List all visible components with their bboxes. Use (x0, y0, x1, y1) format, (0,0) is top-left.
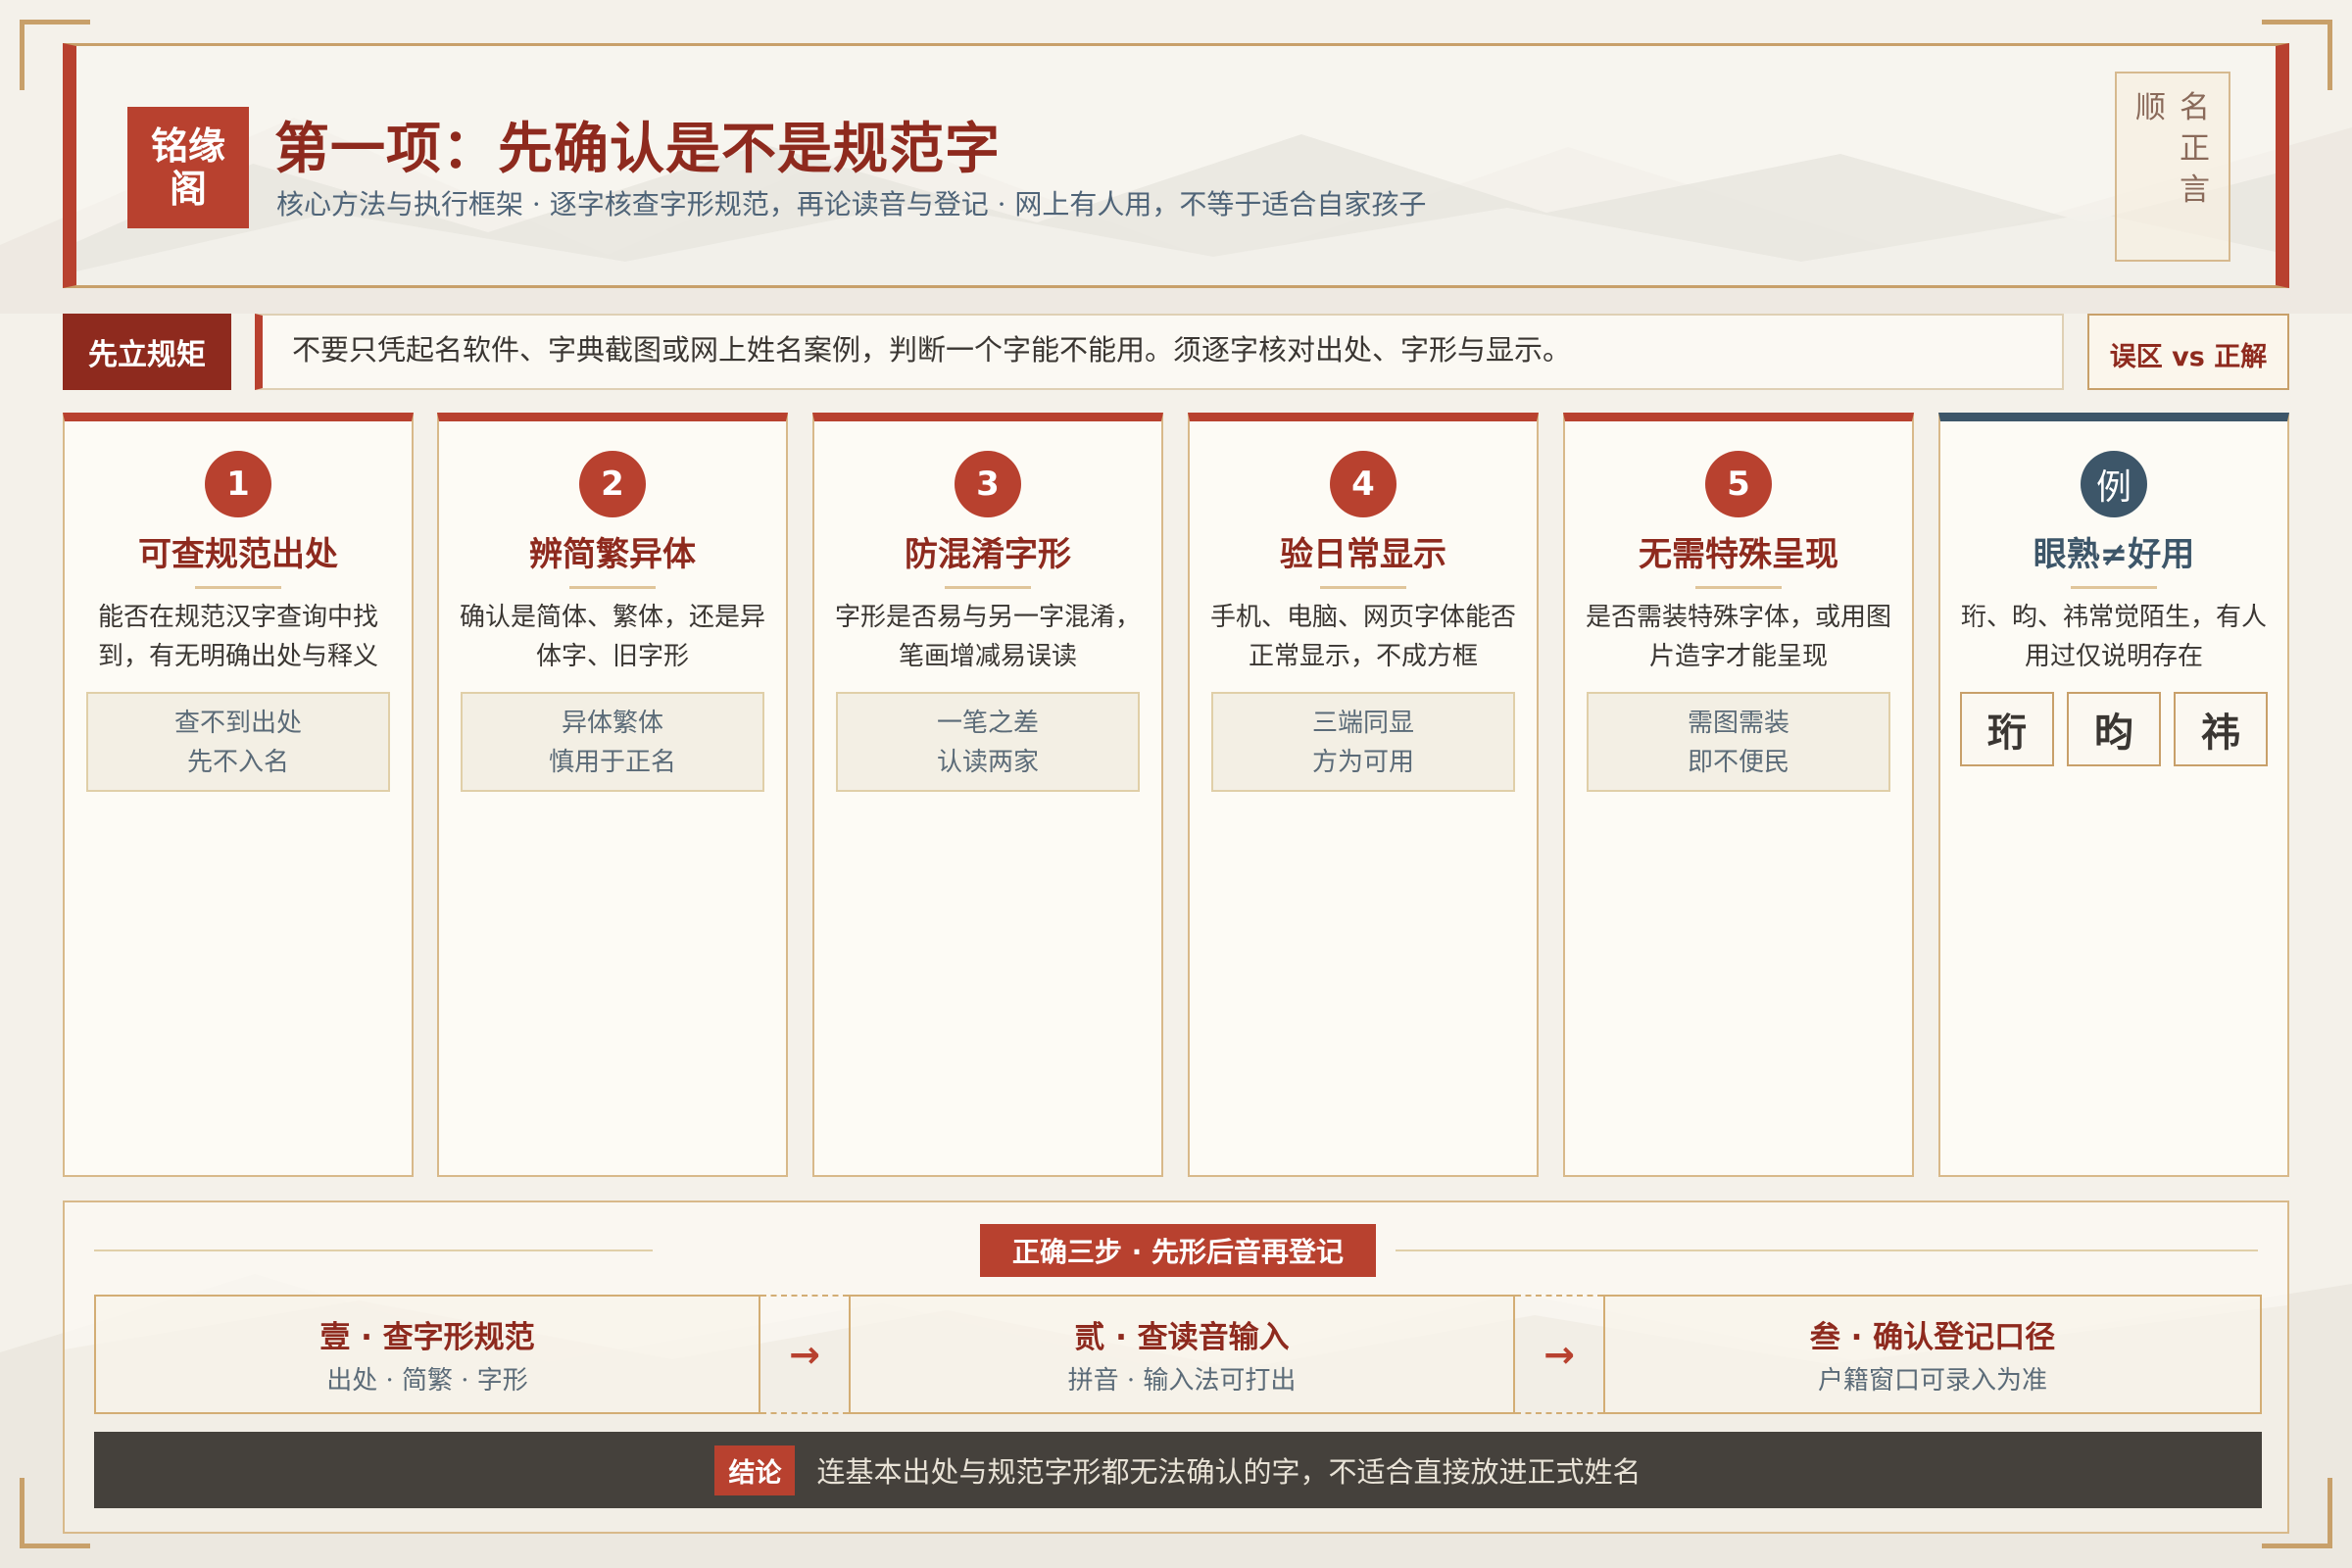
seal-column-1: 名正言 (2180, 87, 2210, 260)
example-char-row: 珩 昀 祎 (1960, 692, 2268, 766)
example-char: 昀 (2067, 692, 2161, 766)
card-description: 字形是否易与另一字混淆，笔画增减易误读 (834, 603, 1141, 671)
card-divider (1320, 586, 1406, 589)
card-note-line-1: 异体繁体 (561, 709, 663, 738)
step-number-badge: 1 (205, 451, 271, 517)
conclusion-bar: 结论 连基本出处与规范字形都无法确认的字，不适合直接放进正式姓名 (94, 1432, 2262, 1508)
card-note: 一笔之差 认读两家 (836, 692, 1140, 792)
process-heading: 正确三步 · 先形后音再登记 (980, 1224, 1376, 1277)
card-title: 可查规范出处 (138, 535, 338, 574)
card-note-line-2: 慎用于正名 (548, 748, 676, 777)
step-number-badge: 4 (1330, 451, 1396, 517)
card-divider (2071, 586, 2157, 589)
step-number-badge: 2 (579, 451, 646, 517)
conclusion-text: 连基本出处与规范字形都无法确认的字，不适合直接放进正式姓名 (816, 1455, 1642, 1489)
step-subtitle: 出处 · 简繁 · 字形 (326, 1366, 528, 1396)
card-title: 眼熟≠好用 (2033, 535, 2195, 574)
step-card-5: 5 无需特殊呈现 是否需装特殊字体，或用图片造字才能呈现 需图需装 即不便民 (1563, 413, 1914, 1177)
card-note-line-1: 需图需装 (1687, 709, 1789, 738)
arrow-right-icon: → (760, 1295, 849, 1414)
step-card-4: 4 验日常显示 手机、电脑、网页字体能否正常显示，不成方框 三端同显 方为可用 (1188, 413, 1539, 1177)
seal-glyph: 名 (2180, 90, 2210, 125)
card-description: 能否在规范汉字查询中找到，有无明确出处与释义 (97, 603, 378, 671)
step-card-2: 2 辨简繁异体 确认是简体、繁体，还是异体字、旧字形 异体繁体 慎用于正名 (437, 413, 788, 1177)
page-subtitle: 核心方法与执行框架 · 逐字核查字形规范，再论读音与登记 · 网上有人用，不等于… (276, 188, 1427, 220)
card-description: 确认是简体、繁体，还是异体字、旧字形 (459, 603, 765, 671)
process-section: 正确三步 · 先形后音再登记 壹 · 查字形规范 出处 · 简繁 · 字形 → … (63, 1200, 2289, 1534)
step-title: 叁 · 确认登记口径 (1809, 1320, 2056, 1355)
card-note-line-1: 一笔之差 (936, 709, 1039, 738)
rule-text: 不要只凭起名软件、字典截图或网上姓名案例，判断一个字能不能用。须逐字核对出处、字… (255, 314, 2064, 390)
seal-glyph: 顺 (2135, 90, 2166, 125)
card-title: 辨简繁异体 (529, 535, 696, 574)
step-number-badge: 5 (1705, 451, 1772, 517)
arrow-right-icon: → (1515, 1295, 1603, 1414)
logo-line-2: 阁 (169, 168, 207, 211)
section-rule-right (1396, 1250, 2258, 1251)
card-note-line-1: 三端同显 (1311, 709, 1414, 738)
card-title: 无需特殊呈现 (1639, 535, 1838, 574)
process-step-2: 贰 · 查读音输入 拼音 · 输入法可打出 (849, 1295, 1515, 1414)
card-description: 珩、昀、祎常觉陌生，有人用过仅说明存在 (1960, 603, 2267, 671)
page-title: 第一项：先确认是不是规范字 (274, 118, 1001, 181)
step-subtitle: 户籍窗口可录入为准 (1817, 1366, 2047, 1396)
step-title: 壹 · 查字形规范 (319, 1320, 535, 1355)
example-badge: 例 (2081, 451, 2147, 517)
card-note-line-2: 先不入名 (186, 748, 289, 777)
header-banner: 铭缘 阁 第一项：先确认是不是规范字 核心方法与执行框架 · 逐字核查字形规范，… (63, 43, 2289, 288)
card-note-line-2: 方为可用 (1311, 748, 1414, 777)
card-title: 验日常显示 (1280, 535, 1446, 574)
step-number-badge: 3 (955, 451, 1021, 517)
step-card-1: 1 可查规范出处 能否在规范汉字查询中找到，有无明确出处与释义 查不到出处 先不… (63, 413, 414, 1177)
card-divider (569, 586, 656, 589)
card-note-line-2: 认读两家 (936, 748, 1039, 777)
card-divider (945, 586, 1031, 589)
card-note-line-1: 查不到出处 (173, 709, 302, 738)
process-step-3: 叁 · 确认登记口径 户籍窗口可录入为准 (1603, 1295, 2262, 1414)
step-card-3: 3 防混淆字形 字形是否易与另一字混淆，笔画增减易误读 一笔之差 认读两家 (812, 413, 1163, 1177)
seal-column-2: 顺 (2135, 87, 2166, 260)
card-note: 查不到出处 先不入名 (86, 692, 390, 792)
card-divider (1695, 586, 1782, 589)
card-divider (195, 586, 281, 589)
card-title: 防混淆字形 (905, 535, 1071, 574)
seal-stamp: 名正言 顺 (2115, 72, 2230, 262)
seal-glyph: 言 (2180, 172, 2210, 208)
rule-tag: 先立规矩 (63, 314, 231, 390)
card-note: 需图需装 即不便民 (1587, 692, 1890, 792)
example-card: 例 眼熟≠好用 珩、昀、祎常觉陌生，有人用过仅说明存在 珩 昀 祎 (1938, 413, 2289, 1177)
card-note: 三端同显 方为可用 (1211, 692, 1515, 792)
card-description: 手机、电脑、网页字体能否正常显示，不成方框 (1209, 603, 1516, 671)
card-description: 是否需装特殊字体，或用图片造字才能呈现 (1585, 603, 1891, 671)
process-steps: 壹 · 查字形规范 出处 · 简繁 · 字形 → 贰 · 查读音输入 拼音 · … (94, 1295, 2262, 1414)
step-title: 贰 · 查读音输入 (1074, 1320, 1290, 1355)
step-subtitle: 拼音 · 输入法可打出 (1067, 1366, 1297, 1396)
conclusion-tag: 结论 (714, 1445, 796, 1495)
process-step-1: 壹 · 查字形规范 出处 · 简繁 · 字形 (94, 1295, 760, 1414)
section-rule-left (94, 1250, 653, 1251)
example-char: 祎 (2174, 692, 2268, 766)
logo-line-1: 铭缘 (150, 124, 225, 168)
seal-glyph: 正 (2180, 131, 2210, 167)
myth-vs-truth-button[interactable]: 误区 vs 正解 (2087, 314, 2289, 390)
example-char: 珩 (1960, 692, 2054, 766)
card-note: 异体繁体 慎用于正名 (461, 692, 764, 792)
card-note-line-2: 即不便民 (1687, 748, 1789, 777)
brand-logo: 铭缘 阁 (127, 107, 249, 228)
